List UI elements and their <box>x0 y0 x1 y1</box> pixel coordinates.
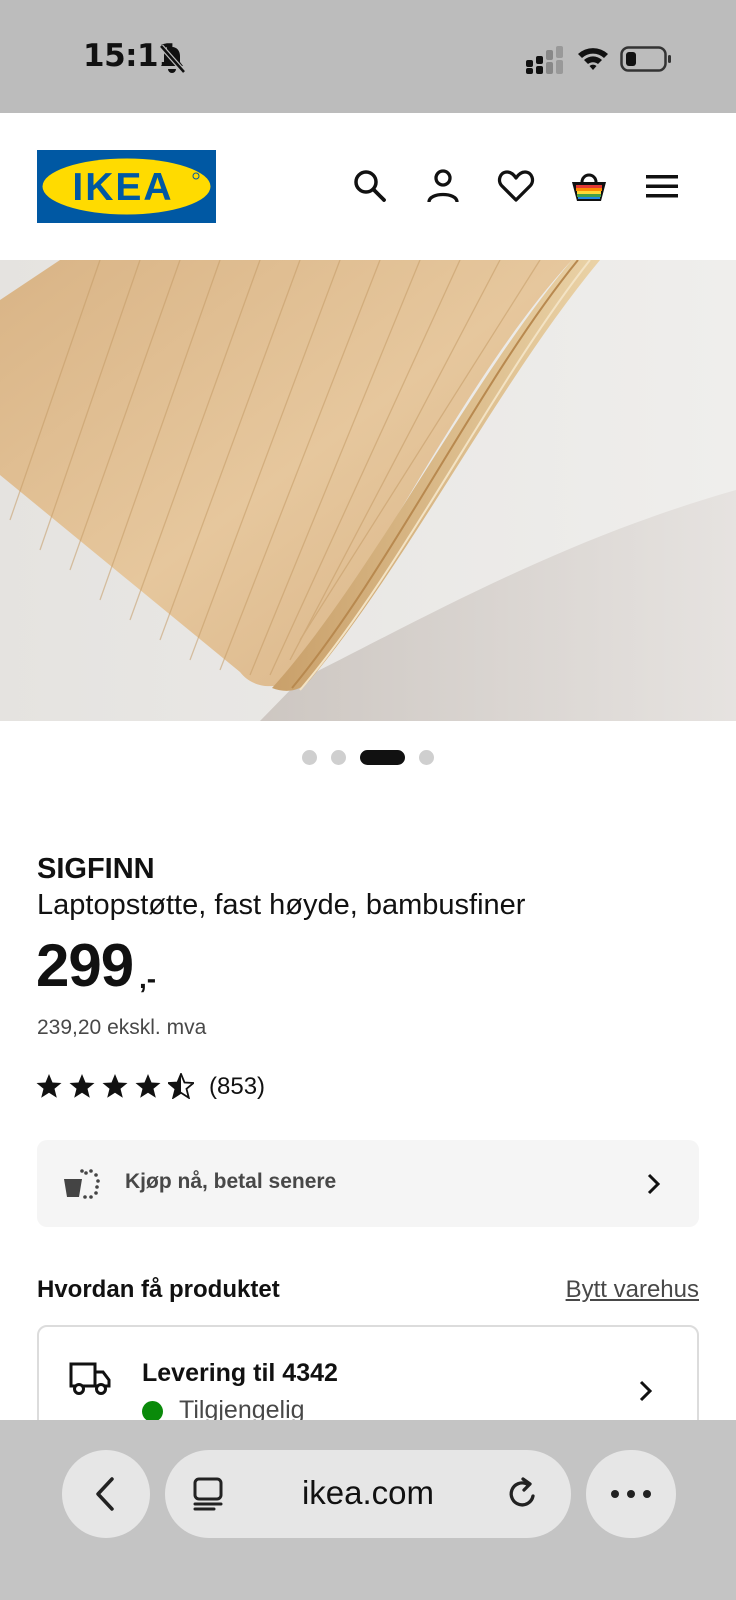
star-icon <box>36 1074 62 1098</box>
battery-icon <box>620 46 671 72</box>
wishlist-heart-icon[interactable] <box>497 167 535 205</box>
star-icon <box>102 1074 128 1098</box>
delivery-truck-icon <box>69 1362 111 1395</box>
bell-muted-icon <box>159 44 186 74</box>
pay-later-banner[interactable]: Kjøp nå, betal senere <box>37 1140 699 1227</box>
carousel-dot-active[interactable] <box>360 750 405 765</box>
price-excl-vat: 239,20 ekskl. mva <box>37 1016 207 1039</box>
more-icon <box>611 1490 651 1498</box>
svg-text:IKEA: IKEA <box>72 166 173 209</box>
wifi-icon <box>578 48 608 70</box>
signal-icon <box>526 46 563 74</box>
account-icon[interactable] <box>424 167 462 205</box>
star-icon <box>69 1074 95 1098</box>
change-store-link[interactable]: Bytt varehus <box>566 1276 699 1304</box>
availability-status-dot <box>142 1401 163 1422</box>
address-bar[interactable]: ikea.com <box>165 1450 571 1538</box>
chevron-right-icon <box>647 1173 661 1195</box>
carousel-dot[interactable] <box>302 750 317 765</box>
how-to-get-heading: Hvordan få produktet <box>37 1276 280 1303</box>
carousel-dot[interactable] <box>331 750 346 765</box>
pay-later-label: Kjøp nå, betal senere <box>125 1170 337 1193</box>
search-icon[interactable] <box>351 167 389 205</box>
more-options-button[interactable] <box>586 1450 676 1538</box>
product-photo <box>0 260 736 721</box>
carousel-dot[interactable] <box>419 750 434 765</box>
product-image[interactable] <box>0 260 736 721</box>
back-button[interactable] <box>62 1450 150 1538</box>
site-header: IKEA <box>0 113 736 260</box>
back-icon <box>96 1477 114 1511</box>
product-price: 299 <box>36 932 134 999</box>
chevron-right-icon <box>639 1380 653 1402</box>
reload-icon[interactable] <box>505 1476 541 1512</box>
price-suffix: ,- <box>139 963 157 994</box>
carousel-dots <box>0 750 736 766</box>
ikea-logo[interactable]: IKEA <box>37 150 216 223</box>
status-bar: 15:11 <box>0 0 736 113</box>
rating-count: (853) <box>209 1073 266 1100</box>
pay-later-icon <box>64 1169 100 1199</box>
delivery-title: Levering til 4342 <box>142 1359 338 1387</box>
product-brand: SIGFINN <box>37 853 155 885</box>
basket-icon[interactable] <box>570 167 608 205</box>
product-description: Laptopstøtte, fast høyde, bambusfiner <box>37 889 526 921</box>
half-star-icon <box>168 1073 194 1099</box>
browser-toolbar: ikea.com <box>0 1420 736 1600</box>
star-icon <box>135 1074 161 1098</box>
menu-icon[interactable] <box>643 167 681 205</box>
